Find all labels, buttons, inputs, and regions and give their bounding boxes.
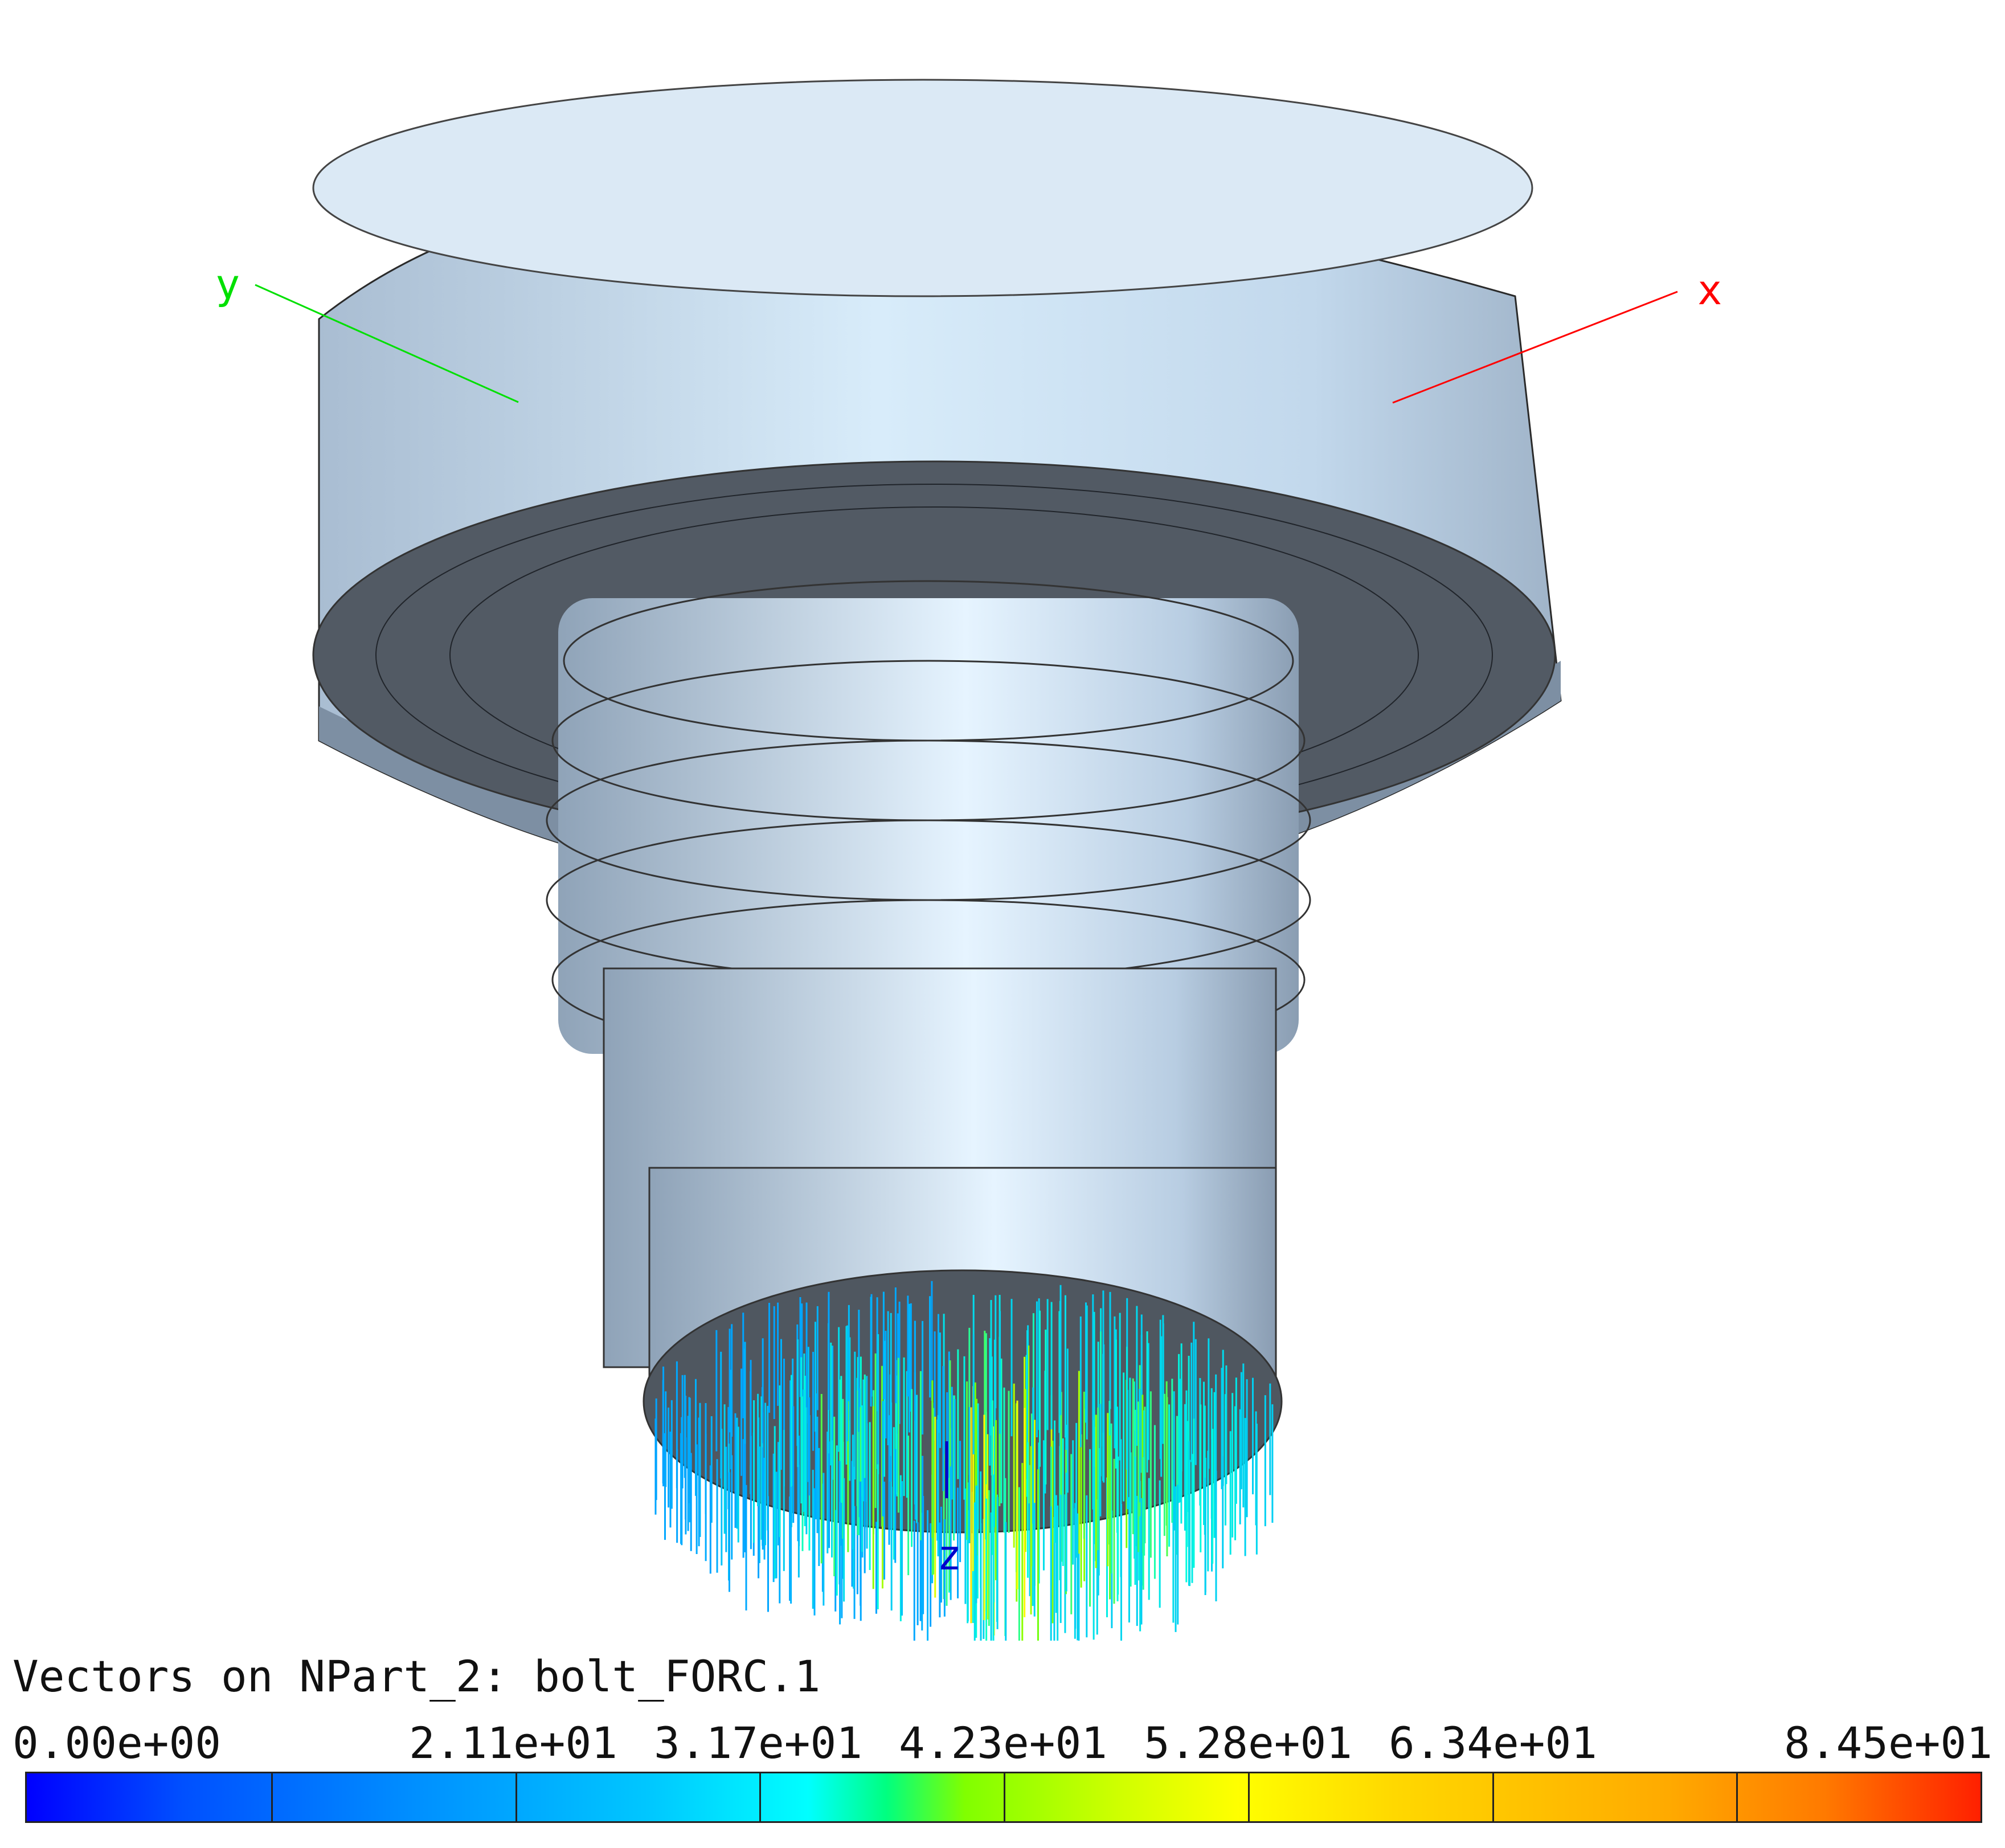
colorbar-division bbox=[1247, 1773, 1250, 1821]
y-axis-label: y bbox=[215, 260, 240, 308]
tick-label: 4.23e+01 bbox=[899, 1718, 1108, 1768]
tick-label: 6.34e+01 bbox=[1389, 1718, 1598, 1768]
colorbar-division bbox=[1004, 1773, 1005, 1821]
tick-label: 0.00e+00 bbox=[13, 1718, 222, 1768]
model-render: y x z bbox=[215, 79, 1722, 1658]
colorbar-division bbox=[515, 1773, 517, 1821]
color-scale-bar bbox=[25, 1772, 1982, 1823]
3d-viewport[interactable]: y x z bbox=[0, 0, 2005, 1658]
tick-label: 3.17e+01 bbox=[654, 1718, 863, 1768]
x-axis-label: x bbox=[1697, 266, 1722, 314]
colorbar-division bbox=[1736, 1773, 1738, 1821]
colorbar-division bbox=[1492, 1773, 1494, 1821]
tick-label: 8.45e+01 bbox=[1784, 1718, 1993, 1768]
z-axis-label: z bbox=[937, 1531, 961, 1579]
tick-label: 5.28e+01 bbox=[1144, 1718, 1353, 1768]
colorbar-division bbox=[759, 1773, 762, 1821]
tick-label: 2.11e+01 bbox=[409, 1718, 618, 1768]
legend-title: Vectors on NPart_2: bolt_FORC.1 bbox=[13, 1651, 821, 1702]
colorbar-division bbox=[271, 1773, 273, 1821]
